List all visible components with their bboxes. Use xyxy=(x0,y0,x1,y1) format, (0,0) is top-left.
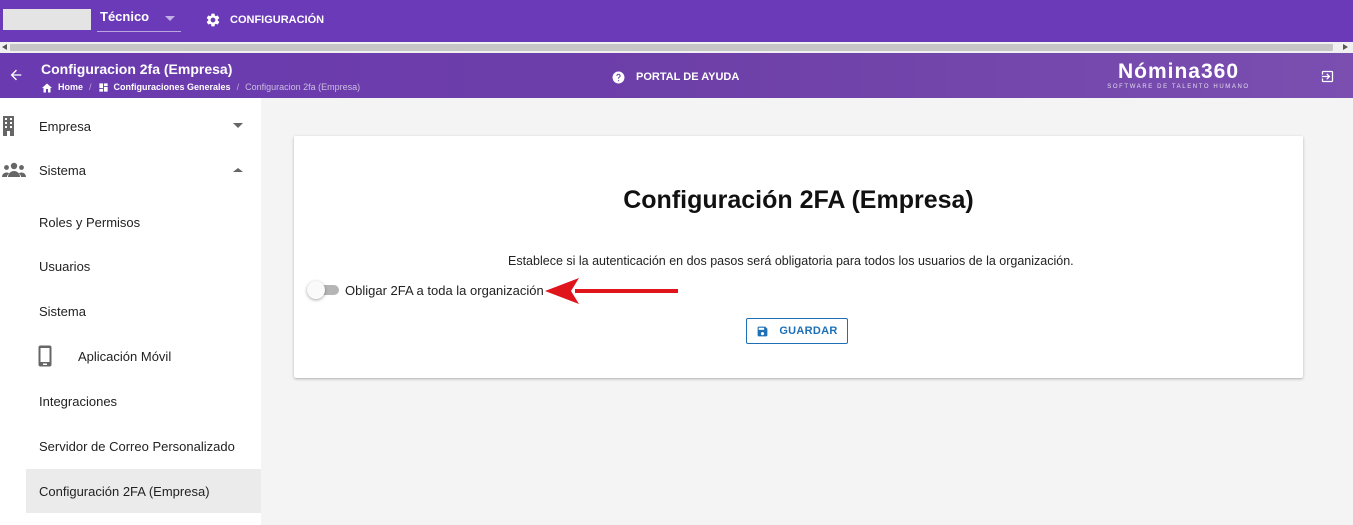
sidebar-item-roles-permisos[interactable]: Roles y Permisos xyxy=(0,200,261,244)
sidebar-item-aplicacion-movil[interactable]: Aplicación Móvil xyxy=(0,334,261,378)
group-icon xyxy=(2,162,26,177)
arrow-left-icon xyxy=(10,69,22,81)
chevron-down-icon xyxy=(165,16,175,21)
sidebar-item-label: Configuración 2FA (Empresa) xyxy=(39,483,210,499)
annotation-arrow-icon xyxy=(545,278,678,304)
breadcrumb-separator: / xyxy=(236,82,240,92)
configuration-label: CONFIGURACIÓN xyxy=(230,14,325,26)
help-icon xyxy=(612,71,625,83)
help-portal-label: PORTAL DE AYUDA xyxy=(636,71,740,83)
logo-name: Nómina360 xyxy=(1117,60,1240,83)
brand-logo: Nómina360 SOFTWARE DE TALENTO HUMANO xyxy=(1106,61,1251,93)
home-icon xyxy=(42,83,52,92)
building-icon xyxy=(3,116,14,136)
enforce-2fa-row: Obligar 2FA a toda la organización xyxy=(307,280,544,300)
breadcrumb: Home / Configuraciones Generales / Confi… xyxy=(41,81,360,93)
logo-tagline: SOFTWARE DE TALENTO HUMANO xyxy=(1107,84,1250,90)
page-header: Configuracion 2fa (Empresa) Home / Confi… xyxy=(0,53,1353,98)
help-portal-link[interactable]: PORTAL DE AYUDA xyxy=(612,70,739,84)
chevron-down-icon xyxy=(233,123,243,128)
configuration-link[interactable]: CONFIGURACIÓN xyxy=(205,11,324,29)
sidebar-item-label: Usuarios xyxy=(39,258,91,274)
enforce-2fa-label: Obligar 2FA a toda la organización xyxy=(345,282,544,298)
page-title: Configuracion 2fa (Empresa) xyxy=(41,61,233,77)
user-name-box[interactable] xyxy=(3,9,91,30)
save-button-label: GUARDAR xyxy=(779,325,838,337)
breadcrumb-separator: / xyxy=(89,82,92,92)
save-button[interactable]: GUARDAR xyxy=(746,318,848,344)
sidebar-item-label: Sistema xyxy=(39,162,86,178)
dashboard-icon xyxy=(98,82,108,92)
toggle-knob xyxy=(307,281,325,299)
breadcrumb-home-label: Home xyxy=(58,82,84,92)
sidebar-item-label: Roles y Permisos xyxy=(39,214,141,230)
sidebar: Empresa Sistema Roles y Permisos Usuario… xyxy=(0,98,261,525)
phone-icon xyxy=(38,345,52,367)
back-button[interactable] xyxy=(8,67,24,88)
sidebar-item-label: Empresa xyxy=(39,118,92,134)
breadcrumb-home[interactable]: Home xyxy=(41,82,83,93)
role-select-value: Técnico xyxy=(100,9,150,24)
sidebar-item-sistema[interactable]: Sistema xyxy=(0,289,261,333)
sidebar-item-label: Servidor de Correo Personalizado xyxy=(39,438,235,454)
sidebar-item-label: Aplicación Móvil xyxy=(78,348,172,364)
sidebar-item-sistema-group[interactable]: Sistema xyxy=(0,148,261,192)
save-icon xyxy=(757,326,768,336)
sidebar-item-integraciones[interactable]: Integraciones xyxy=(0,379,261,423)
sidebar-item-label: Integraciones xyxy=(39,393,118,409)
enforce-2fa-toggle[interactable] xyxy=(307,280,339,300)
logout-button[interactable] xyxy=(1320,69,1335,89)
horizontal-scrollbar[interactable] xyxy=(0,42,1353,53)
breadcrumb-general-label: Configuraciones Generales xyxy=(113,82,231,92)
sidebar-item-configuracion-2fa[interactable]: Configuración 2FA (Empresa) xyxy=(26,469,261,513)
sidebar-item-empresa[interactable]: Empresa xyxy=(0,104,261,148)
chevron-up-icon xyxy=(233,168,243,172)
top-bar: Técnico CONFIGURACIÓN xyxy=(0,0,1353,42)
scroll-right-arrow-icon[interactable] xyxy=(1343,44,1348,50)
breadcrumb-current: Configuracion 2fa (Empresa) xyxy=(245,82,361,92)
scrollbar-thumb[interactable] xyxy=(10,44,1333,51)
card-title: Configuración 2FA (Empresa) xyxy=(623,186,974,214)
settings-card: Configuración 2FA (Empresa) Establece si… xyxy=(294,136,1303,378)
role-select[interactable]: Técnico xyxy=(97,7,181,32)
sidebar-item-usuarios[interactable]: Usuarios xyxy=(0,244,261,288)
scroll-left-arrow-icon[interactable] xyxy=(2,44,7,50)
sidebar-item-servidor-correo[interactable]: Servidor de Correo Personalizado xyxy=(0,424,261,468)
gear-icon xyxy=(206,13,220,27)
breadcrumb-general-settings[interactable]: Configuraciones Generales xyxy=(98,82,231,93)
logout-icon xyxy=(1321,70,1334,83)
card-description: Establece si la autenticación en dos pas… xyxy=(508,254,1074,268)
sidebar-item-label: Sistema xyxy=(39,303,86,319)
